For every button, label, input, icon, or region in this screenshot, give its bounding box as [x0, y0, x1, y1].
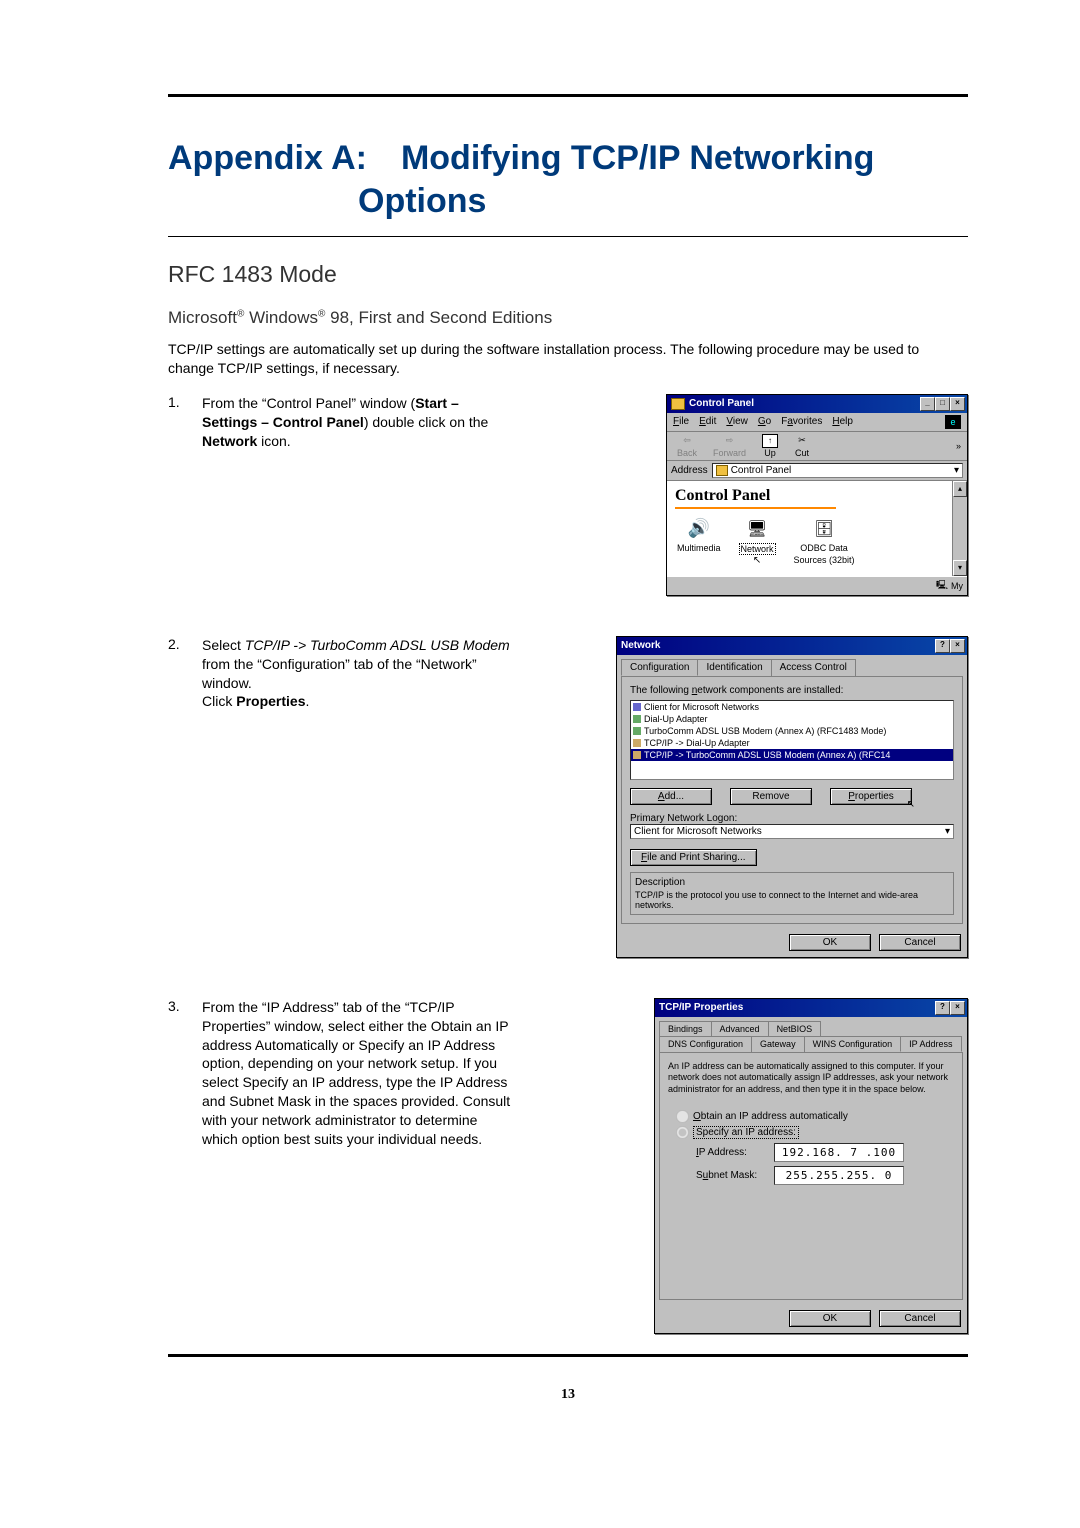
window-title: Network	[621, 640, 660, 651]
network-icon[interactable]: 🖥 Network ↖	[739, 517, 776, 566]
close-button[interactable]: ×	[950, 639, 965, 653]
page-number: 13	[168, 1387, 968, 1403]
folder-icon	[671, 398, 685, 410]
control-panel-window: Control Panel _ □ × File Edit View Go Fa…	[666, 394, 968, 596]
close-button[interactable]: ×	[950, 397, 965, 411]
description-text: TCP/IP is the protocol you use to connec…	[635, 890, 949, 910]
cursor-icon: ↖	[907, 799, 915, 810]
ip-address-label: IP Address:	[696, 1147, 766, 1158]
tab-bindings[interactable]: Bindings	[659, 1021, 712, 1036]
maximize-button[interactable]: □	[935, 397, 950, 411]
properties-button[interactable]: Properties↖	[830, 788, 912, 805]
step-number: 3.	[168, 998, 202, 1014]
ok-button[interactable]: OK	[789, 934, 871, 951]
menu-file[interactable]: File	[673, 416, 689, 427]
scrollbar[interactable]: ▴ ▾	[952, 481, 967, 576]
up-button[interactable]: ↑Up	[762, 434, 778, 458]
help-button[interactable]: ?	[935, 639, 950, 653]
adapter-icon	[633, 715, 641, 723]
bottom-rule	[168, 1354, 968, 1357]
ip-address-field[interactable]: 192.168. 7 .100	[774, 1143, 904, 1162]
logon-combo[interactable]: Client for Microsoft Networks▾	[630, 824, 954, 839]
control-panel-heading: Control Panel	[675, 487, 944, 505]
step-number: 2.	[168, 636, 202, 652]
menubar: File Edit View Go Favorites Help e	[667, 413, 967, 432]
throbber-icon: e	[945, 415, 961, 429]
file-print-sharing-button[interactable]: File and Print Sharing...	[630, 849, 757, 866]
radio-specify[interactable]: Specify an IP address:	[676, 1126, 954, 1139]
odbc-icon[interactable]: 🗄 ODBC Data Sources (32bit)	[794, 517, 855, 566]
tab-ip-address[interactable]: IP Address	[900, 1036, 961, 1052]
ok-button[interactable]: OK	[789, 1310, 871, 1327]
client-icon	[633, 703, 641, 711]
add-button[interactable]: Add...	[630, 788, 712, 805]
adapter-icon	[633, 727, 641, 735]
menu-edit[interactable]: Edit	[699, 416, 716, 427]
title-underline	[168, 236, 968, 237]
subnet-mask-field[interactable]: 255.255.255. 0	[774, 1166, 904, 1185]
tab-access-control[interactable]: Access Control	[771, 659, 856, 676]
installed-label: The following network components are ins…	[630, 685, 954, 696]
tab-dns[interactable]: DNS Configuration	[659, 1036, 752, 1052]
menu-favorites[interactable]: Favorites	[781, 416, 822, 427]
network-dialog: Network ? × Configuration Identification…	[616, 636, 968, 958]
step-number: 1.	[168, 394, 202, 410]
cursor-icon: ↖	[753, 555, 761, 566]
tab-advanced[interactable]: Advanced	[711, 1021, 769, 1036]
step-text: Select TCP/IP -> TurboComm ADSL USB Mode…	[202, 636, 528, 712]
ip-blurb: An IP address can be automatically assig…	[668, 1061, 954, 1096]
minimize-button[interactable]: _	[920, 397, 935, 411]
menu-view[interactable]: View	[726, 416, 748, 427]
tab-gateway[interactable]: Gateway	[751, 1036, 805, 1052]
computer-icon: 🖳	[936, 578, 948, 594]
top-rule	[168, 94, 968, 97]
appendix-title: Appendix A: Modifying TCP/IP Networking …	[168, 137, 968, 222]
step-text: From the “Control Panel” window (Start –…	[202, 394, 528, 451]
menu-go[interactable]: Go	[758, 416, 771, 427]
cancel-button[interactable]: Cancel	[879, 934, 961, 951]
window-title: TCP/IP Properties	[659, 1002, 743, 1013]
forward-button[interactable]: ⇨Forward	[713, 434, 746, 458]
description-label: Description	[635, 877, 949, 888]
subnet-mask-label: Subnet Mask:	[696, 1170, 766, 1181]
subsection-heading: Microsoft® Windows® 98, First and Second…	[168, 308, 968, 328]
protocol-icon	[633, 751, 641, 759]
tab-wins[interactable]: WINS Configuration	[804, 1036, 902, 1052]
protocol-icon	[633, 739, 641, 747]
help-button[interactable]: ?	[935, 1001, 950, 1015]
status-bar: 🖳My	[667, 576, 967, 595]
tcpip-properties-dialog: TCP/IP Properties ? × Bindings Advanced …	[654, 998, 968, 1334]
close-button[interactable]: ×	[950, 1001, 965, 1015]
tab-netbios[interactable]: NetBIOS	[768, 1021, 822, 1036]
cut-button[interactable]: ✂Cut	[794, 434, 810, 458]
radio-obtain-auto[interactable]: Obtain an IP address automatically	[676, 1110, 954, 1123]
logon-label: Primary Network Logon:	[630, 813, 954, 824]
address-field[interactable]: Control Panel ▾	[712, 463, 963, 478]
cancel-button[interactable]: Cancel	[879, 1310, 961, 1327]
section-heading: RFC 1483 Mode	[168, 261, 968, 288]
components-list[interactable]: Client for Microsoft Networks Dial-Up Ad…	[630, 700, 954, 780]
multimedia-icon[interactable]: 🔊 Multimedia	[677, 517, 721, 566]
tab-configuration[interactable]: Configuration	[621, 659, 698, 676]
intro-paragraph: TCP/IP settings are automatically set up…	[168, 340, 968, 378]
window-title: Control Panel	[689, 398, 754, 409]
tab-identification[interactable]: Identification	[697, 659, 771, 676]
step-text: From the “IP Address” tab of the “TCP/IP…	[202, 998, 528, 1149]
address-label: Address	[671, 465, 708, 476]
remove-button[interactable]: Remove	[730, 788, 812, 805]
folder-icon	[716, 465, 728, 476]
menu-help[interactable]: Help	[832, 416, 853, 427]
back-button[interactable]: ⇦Back	[677, 434, 697, 458]
